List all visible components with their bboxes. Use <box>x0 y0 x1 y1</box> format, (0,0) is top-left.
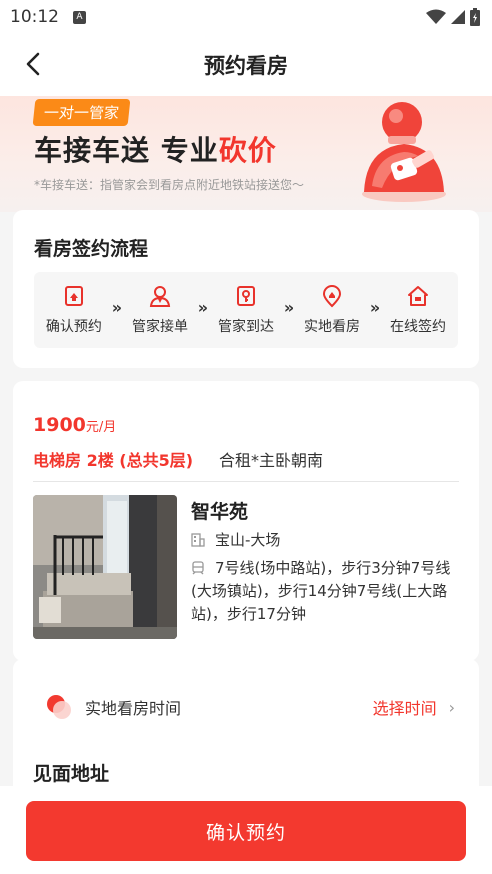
flow-step-label: 管家接单 <box>131 319 188 335</box>
flow-step-label: 确认预约 <box>45 319 102 335</box>
visit-time-row[interactable]: 实地看房时间 选择时间 › <box>45 693 455 721</box>
confirm-booking-button[interactable]: 确认预约 <box>26 801 466 861</box>
metro-row: 7号线(场中路站)，步行3分钟7号线(大场镇站)，步行14分钟7号线(上大路站)… <box>191 557 467 626</box>
house-icon <box>408 286 429 306</box>
address-title: 见面地址 <box>33 763 110 785</box>
district-row: 宝山-大场 <box>191 529 280 550</box>
flow-arrow: » <box>111 297 123 317</box>
room-photo[interactable] <box>33 495 177 639</box>
promo-banner[interactable]: 一对一管家 车接车送 专业砍价 *车接车送：指管家会到看房点附近地铁站接送您～ <box>0 96 492 212</box>
signing-flow-card: 看房签约流程 确认预约 » 管家接单 » 管家到达 » 实地看房 » 在线签约 <box>13 210 479 368</box>
rent-type: 合租*主卧朝南 <box>219 451 324 470</box>
house-name: 智华苑 <box>191 501 249 523</box>
nav-bar: 预约看房 <box>0 34 492 96</box>
price-value: 1900 <box>33 414 86 436</box>
flow-step-label: 在线签约 <box>390 319 447 335</box>
headline-highlight: 砍价 <box>218 134 277 167</box>
flow-steps: 确认预约 » 管家接单 » 管家到达 » 实地看房 » 在线签约 <box>34 272 458 348</box>
status-icons <box>426 8 480 26</box>
flow-arrow: » <box>369 297 381 317</box>
bottom-bar: 确认预约 <box>0 786 492 874</box>
banner-headline: 车接车送 专业砍价 <box>34 129 277 169</box>
wifi-icon <box>426 9 446 24</box>
flow-step-confirm: 确认预约 <box>40 284 108 336</box>
status-time: 10:12 <box>10 7 59 27</box>
page-title: 预约看房 <box>204 54 288 78</box>
clock-icon <box>47 695 71 719</box>
calendar-icon <box>64 286 83 306</box>
price-unit: 元/月 <box>85 420 117 435</box>
signal-icon <box>451 10 465 24</box>
flow-step-sign: 在线签约 <box>384 284 452 336</box>
flow-title: 看房签约流程 <box>34 238 149 260</box>
flow-step-label: 管家到达 <box>217 319 274 335</box>
district-text: 宝山-大场 <box>215 531 281 549</box>
visit-time-label: 实地看房时间 <box>85 699 182 718</box>
butler-tag: 一对一管家 <box>32 99 131 126</box>
flow-arrow: » <box>197 297 209 317</box>
price: 1900元/月 <box>33 414 116 436</box>
location-pin-icon <box>323 285 342 308</box>
headline-main: 车接车送 专业 <box>34 134 219 167</box>
metro-icon <box>192 561 204 575</box>
mascot-illustration-icon <box>362 102 446 202</box>
house-info-card[interactable]: 1900元/月 电梯房 2楼 (总共5层) 合租*主卧朝南 智华苑 宝山-大场 … <box>13 381 479 661</box>
banner-subtitle: *车接车送：指管家会到看房点附近地铁站接送您～ <box>34 178 305 192</box>
flow-arrow: » <box>283 297 295 317</box>
flow-step-label: 实地看房 <box>304 319 361 335</box>
status-bar: 10:12 A <box>0 0 492 34</box>
key-icon <box>236 286 255 306</box>
divider <box>33 481 459 482</box>
flow-step-visit: 实地看房 <box>298 284 366 336</box>
battery-icon <box>470 8 480 26</box>
select-time-button[interactable]: 选择时间 › <box>373 695 455 719</box>
select-time-label: 选择时间 <box>372 699 437 718</box>
flow-step-arrive: 管家到达 <box>212 284 280 336</box>
notification-icon: A <box>73 10 86 24</box>
chevron-right-icon: › <box>448 697 455 717</box>
agent-icon <box>149 286 171 307</box>
metro-text: 7号线(场中路站)，步行3分钟7号线(大场镇站)，步行14分钟7号线(上大路站)… <box>191 559 451 623</box>
back-arrow-icon[interactable] <box>20 50 48 78</box>
building-icon <box>191 532 205 547</box>
flow-step-accept: 管家接单 <box>126 284 194 336</box>
floor-info: 电梯房 2楼 (总共5层) <box>33 451 194 470</box>
